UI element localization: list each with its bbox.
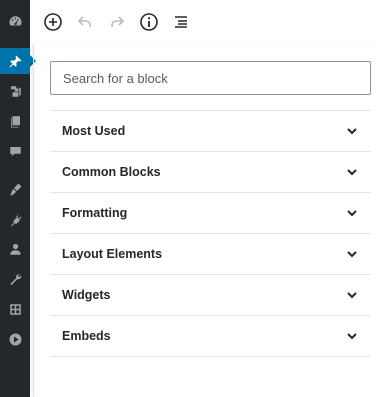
outline-button[interactable]: [170, 11, 192, 33]
sidebar-item-settings[interactable]: [0, 296, 30, 322]
info-button[interactable]: [138, 11, 160, 33]
sidebar-item-pages[interactable]: [0, 108, 30, 134]
redo-icon: [111, 16, 125, 27]
sidebar-item-comments[interactable]: [0, 138, 30, 164]
settings-icon: [9, 303, 21, 315]
category-most-used[interactable]: Most Used: [50, 111, 371, 152]
category-embeds[interactable]: Embeds: [50, 316, 371, 357]
category-common-blocks[interactable]: Common Blocks: [50, 152, 371, 193]
plugins-icon: [10, 213, 21, 226]
category-widgets[interactable]: Widgets: [50, 275, 371, 316]
pages-icon: [10, 115, 20, 127]
chevron-down-icon: [347, 292, 357, 299]
category-label: Common Blocks: [62, 165, 161, 179]
category-layout-elements[interactable]: Layout Elements: [50, 234, 371, 275]
sidebar-item-collapse[interactable]: [0, 326, 30, 352]
category-label: Most Used: [62, 124, 126, 138]
admin-sidebar: [0, 0, 36, 397]
play-icon: [9, 333, 21, 345]
add-block-button[interactable]: [42, 11, 64, 33]
category-label: Widgets: [62, 288, 111, 302]
sidebar-item-tools[interactable]: [0, 266, 30, 292]
sidebar-item-dashboard[interactable]: [0, 8, 30, 34]
category-label: Layout Elements: [62, 247, 163, 261]
chevron-down-icon: [347, 128, 357, 135]
media-icon: [10, 85, 21, 97]
appearance-icon: [9, 183, 21, 195]
category-label: Formatting: [62, 206, 128, 220]
chevron-down-icon: [347, 333, 357, 340]
info-icon: [140, 13, 158, 31]
undo-icon: [77, 16, 91, 27]
category-label: Embeds: [62, 329, 111, 343]
add-block-icon: [44, 13, 62, 31]
editor-toolbar: [30, 0, 382, 44]
undo-button[interactable]: [74, 11, 96, 33]
sidebar-item-media[interactable]: [0, 78, 30, 104]
sidebar-item-plugins[interactable]: [0, 206, 30, 232]
chevron-down-icon: [347, 169, 357, 176]
chevron-down-icon: [347, 251, 357, 258]
sidebar-item-posts[interactable]: [0, 48, 36, 74]
chevron-down-icon: [347, 210, 357, 217]
block-search-input[interactable]: [50, 61, 371, 95]
block-inserter-panel: Most Used Common Blocks Formatting Layou…: [33, 44, 382, 397]
users-icon: [9, 243, 21, 255]
sidebar-item-users[interactable]: [0, 236, 30, 262]
sidebar-item-appearance[interactable]: [0, 176, 30, 202]
outline-icon: [175, 16, 187, 28]
redo-button[interactable]: [106, 11, 128, 33]
category-formatting[interactable]: Formatting: [50, 193, 371, 234]
block-category-list: Most Used Common Blocks Formatting Layou…: [50, 110, 371, 357]
pushpin-icon: [9, 55, 21, 67]
comments-icon: [9, 146, 21, 156]
dashboard-icon: [9, 15, 21, 25]
tools-icon: [9, 273, 21, 285]
